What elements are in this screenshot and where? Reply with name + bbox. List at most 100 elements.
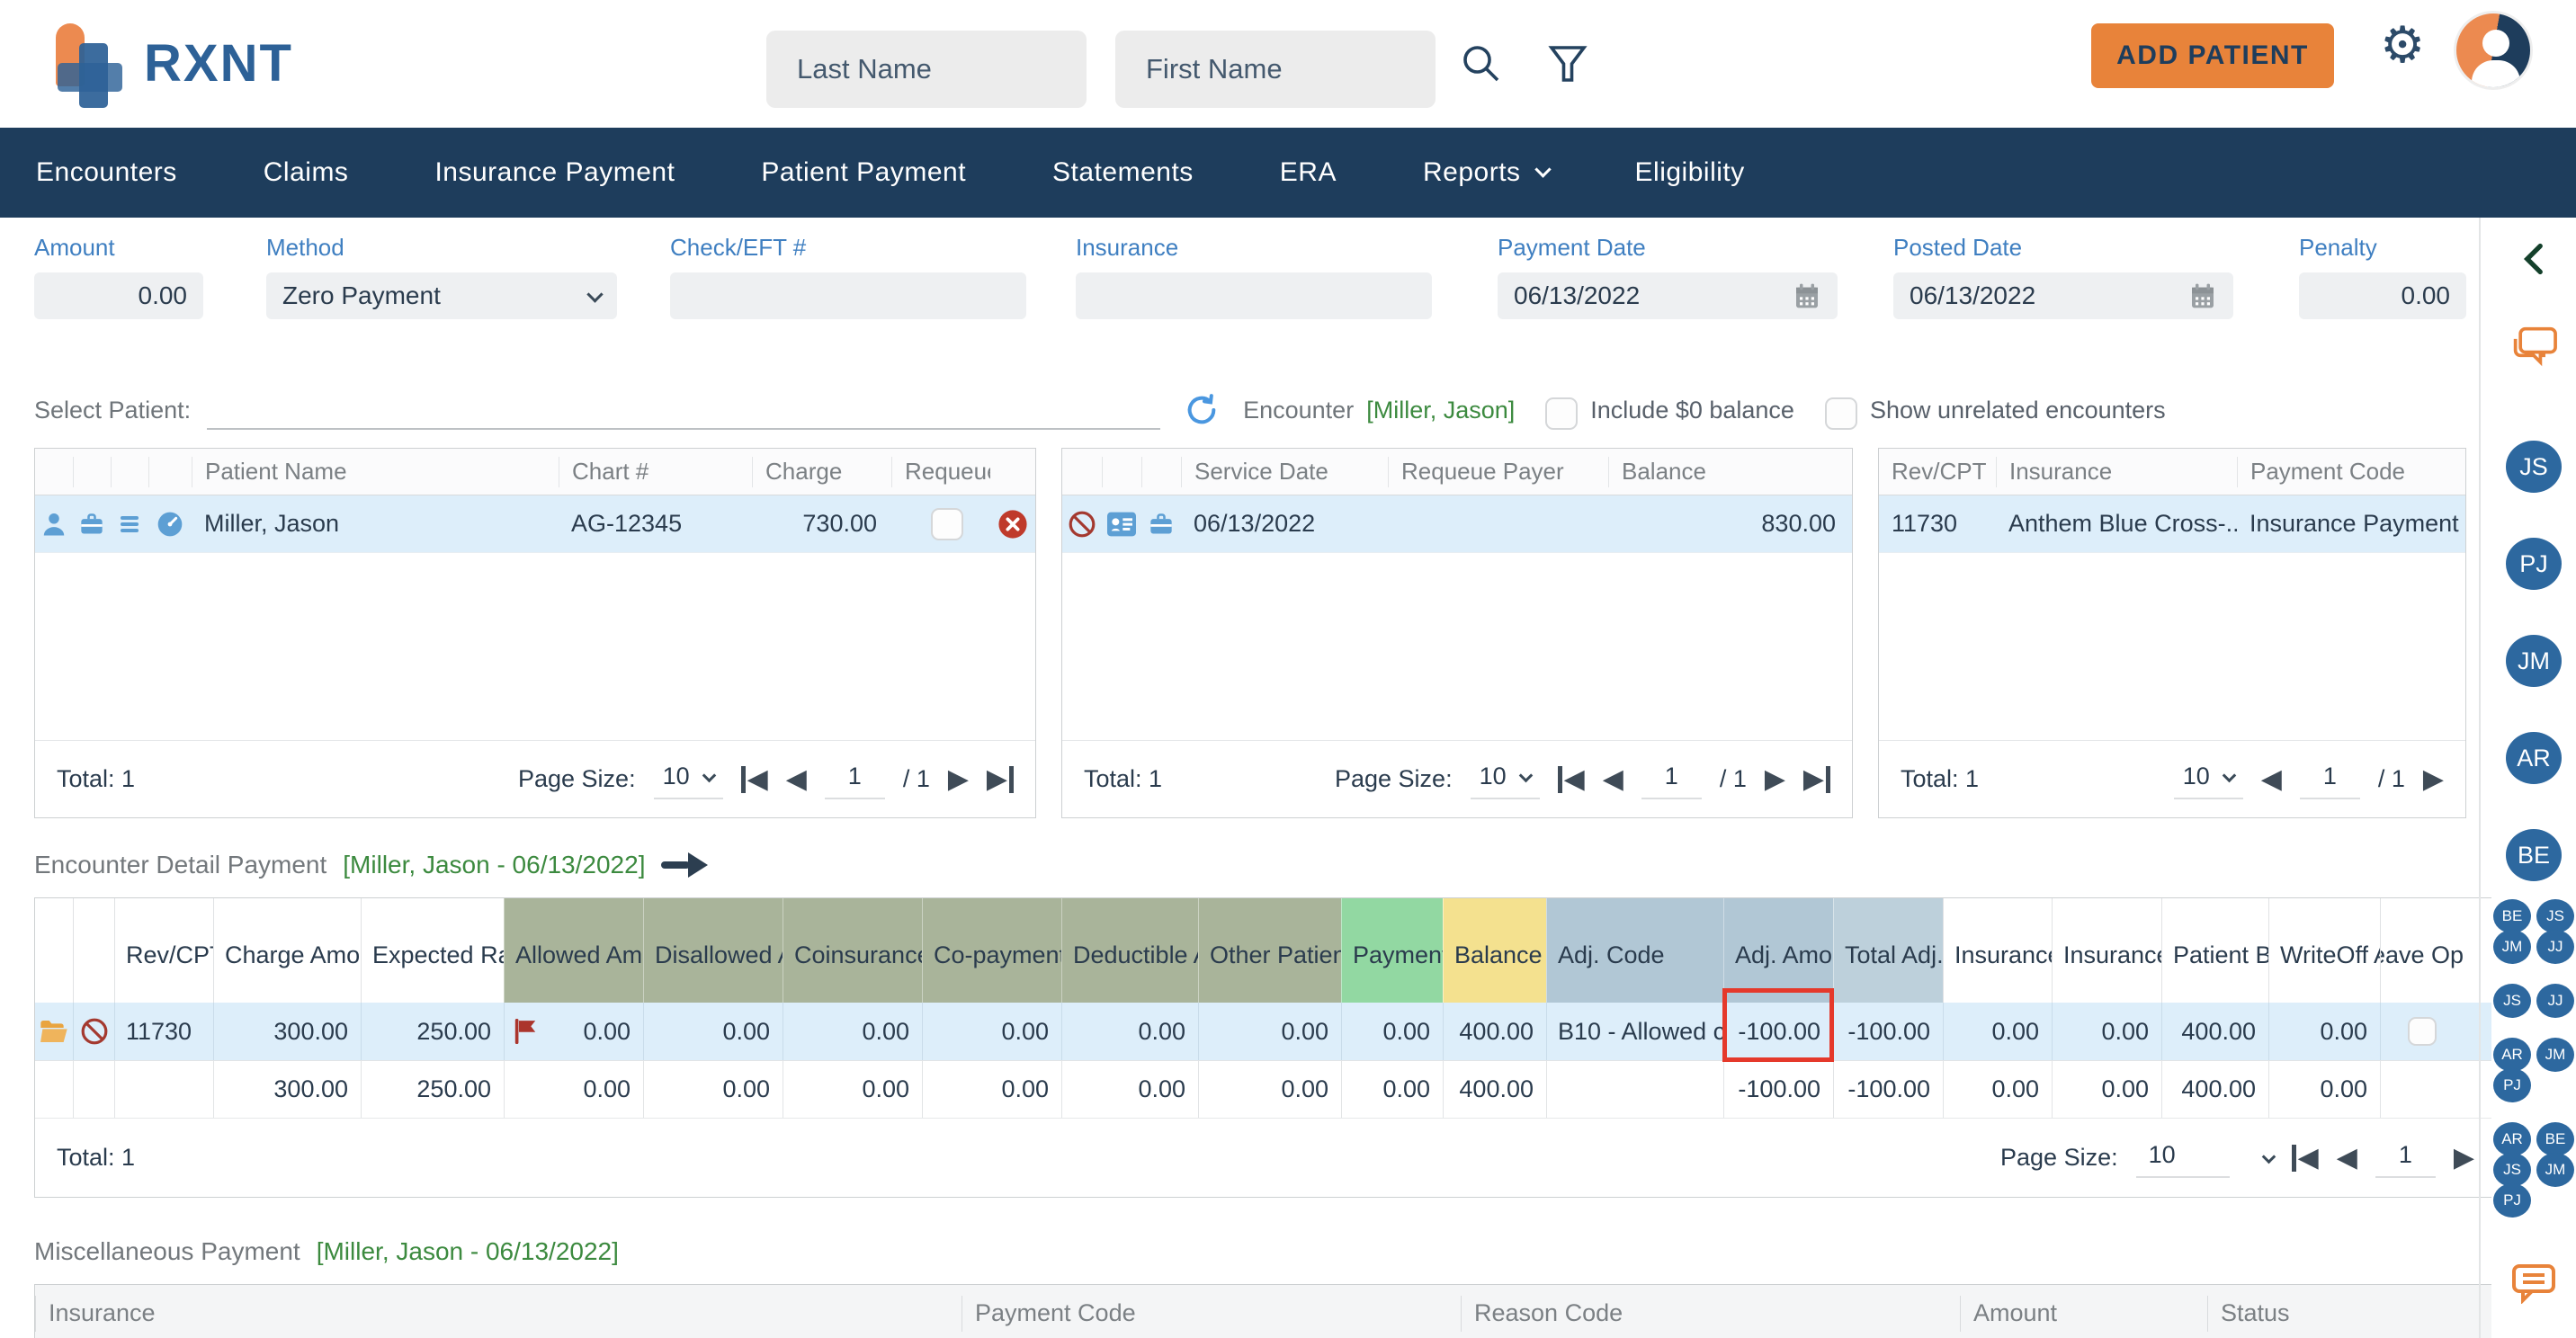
- avatar-small[interactable]: BE: [2536, 1122, 2574, 1156]
- prev-page-button[interactable]: ◀: [2261, 766, 2282, 793]
- misc-payment-title: Miscellaneous Payment: [34, 1237, 300, 1266]
- no-entry-icon[interactable]: [73, 1003, 114, 1060]
- user-avatar[interactable]: [2454, 11, 2533, 90]
- avatar-small[interactable]: JM: [2536, 1153, 2574, 1187]
- message-icon[interactable]: [2510, 1262, 2557, 1304]
- next-page-button[interactable]: ▶: [1765, 766, 1785, 793]
- page-number-input[interactable]: 1: [825, 759, 885, 799]
- nav-claims[interactable]: Claims: [264, 157, 349, 188]
- misc-payment-subtitle: [Miller, Jason - 06/13/2022]: [317, 1237, 619, 1266]
- col-writeoff-amount: WriteOff Amount: [2268, 898, 2380, 1003]
- no-entry-icon[interactable]: [1062, 495, 1102, 552]
- service-date-cell: 06/13/2022: [1181, 495, 1388, 552]
- payment-date-input[interactable]: 06/13/2022: [1498, 272, 1838, 319]
- col-patient-balance: Patient Balance: [2161, 898, 2268, 1003]
- include-zero-balance-checkbox[interactable]: [1545, 397, 1578, 430]
- avatar-small[interactable]: JJ: [2536, 930, 2574, 964]
- next-page-button[interactable]: ▶: [2423, 766, 2444, 793]
- avatar-small[interactable]: JS: [2536, 899, 2574, 933]
- avatar-be[interactable]: BE: [2506, 829, 2562, 881]
- copayment-amount-cell: 0.00: [922, 1003, 1061, 1060]
- revcpt-row[interactable]: 11730 Anthem Blue Cross-... Insurance Pa…: [1879, 495, 2465, 553]
- method-select[interactable]: Zero Payment: [266, 272, 617, 319]
- check-eft-input[interactable]: [670, 272, 1026, 319]
- avatar-small[interactable]: AR: [2493, 1122, 2531, 1156]
- page-number-input[interactable]: 1: [1641, 759, 1702, 799]
- page-size-select[interactable]: 10: [1471, 759, 1540, 799]
- id-card-icon[interactable]: [1102, 495, 1141, 552]
- avatar-small[interactable]: PJ: [2493, 1183, 2531, 1218]
- rxnt-logo[interactable]: RXNT: [56, 18, 293, 108]
- avatar-pj[interactable]: PJ: [2506, 538, 2562, 590]
- page-size-select[interactable]: 10: [654, 759, 723, 799]
- avatar-ar[interactable]: AR: [2506, 732, 2562, 784]
- next-page-button[interactable]: ▶: [2454, 1145, 2474, 1172]
- prev-page-button[interactable]: ◀: [786, 766, 807, 793]
- page-size-select[interactable]: 10: [2174, 759, 2243, 799]
- payment-date-field: Payment Date 06/13/2022: [1498, 234, 1838, 319]
- search-icon[interactable]: [1457, 40, 1506, 88]
- first-page-button[interactable]: ◀: [1558, 766, 1585, 793]
- avatar-small[interactable]: JS: [2493, 984, 2531, 1018]
- nav-encounters[interactable]: Encounters: [36, 157, 177, 188]
- posted-date-input[interactable]: 06/13/2022: [1893, 272, 2233, 319]
- avatar-small[interactable]: PJ: [2493, 1068, 2531, 1102]
- nav-era[interactable]: ERA: [1280, 157, 1337, 188]
- avatar-small[interactable]: JM: [2536, 1038, 2574, 1072]
- show-unrelated-checkbox[interactable]: [1825, 397, 1857, 430]
- select-patient-input[interactable]: [207, 394, 1160, 430]
- nav-statements[interactable]: Statements: [1052, 157, 1194, 188]
- patient-row[interactable]: Miller, Jason AG-12345 730.00: [35, 495, 1035, 553]
- avatar-jm[interactable]: JM: [2506, 635, 2562, 687]
- page-number-input[interactable]: 1: [2375, 1137, 2436, 1178]
- prev-page-button[interactable]: ◀: [2337, 1145, 2357, 1172]
- first-page-button[interactable]: ◀: [741, 766, 768, 793]
- patient-icon[interactable]: [35, 495, 73, 552]
- next-page-button[interactable]: ▶: [948, 766, 969, 793]
- briefcase-icon[interactable]: [73, 495, 111, 552]
- adj-amount-cell[interactable]: -100.00: [1723, 1003, 1833, 1060]
- last-page-button[interactable]: ▶: [987, 766, 1014, 793]
- nav-patient-payment[interactable]: Patient Payment: [761, 157, 966, 188]
- requeue-checkbox[interactable]: [931, 508, 963, 540]
- encounter-detail-row[interactable]: 11730 300.00 250.00 0.00 0.00 0.00 0.00 …: [35, 1003, 2541, 1060]
- adj-code-cell[interactable]: B10 - Allowed c: [1546, 1003, 1723, 1060]
- page-number-input[interactable]: 1: [2300, 759, 2360, 799]
- last-name-input[interactable]: [766, 31, 1087, 108]
- nav-reports[interactable]: Reports: [1423, 157, 1549, 188]
- gauge-icon[interactable]: [148, 495, 192, 552]
- prev-page-button[interactable]: ◀: [1603, 766, 1623, 793]
- briefcase-icon[interactable]: [1141, 495, 1181, 552]
- leave-open-checkbox[interactable]: [2408, 1017, 2437, 1046]
- filter-icon[interactable]: [1543, 40, 1592, 88]
- arrow-right-icon[interactable]: [661, 852, 708, 878]
- gear-icon[interactable]: ⚙: [2380, 20, 2425, 70]
- amount-input[interactable]: [34, 272, 203, 319]
- page-size-value: 10: [2183, 763, 2210, 790]
- refresh-icon[interactable]: [1184, 392, 1220, 430]
- first-page-icon: ◀: [747, 766, 768, 793]
- avatar-js[interactable]: JS: [2506, 441, 2562, 493]
- add-patient-button[interactable]: ADD PATIENT: [2091, 23, 2334, 88]
- nav-insurance-payment[interactable]: Insurance Payment: [434, 157, 675, 188]
- first-page-button[interactable]: ◀: [2292, 1145, 2319, 1172]
- avatar-small[interactable]: JM: [2493, 930, 2531, 964]
- folder-icon[interactable]: [35, 1003, 73, 1060]
- collapse-sidebar-icon[interactable]: [2523, 243, 2545, 275]
- page-size-select[interactable]: 10: [2136, 1137, 2230, 1178]
- encounter-panel: Service Date Requeue Payer Balance 06/13…: [1061, 448, 1853, 818]
- penalty-input[interactable]: [2299, 272, 2466, 319]
- remove-patient-icon[interactable]: [990, 495, 1035, 552]
- menu-icon[interactable]: [111, 495, 148, 552]
- last-page-button[interactable]: ▶: [1803, 766, 1830, 793]
- avatar-small[interactable]: BE: [2493, 899, 2531, 933]
- avatar-small[interactable]: JJ: [2536, 984, 2574, 1018]
- avatar-small[interactable]: JS: [2493, 1153, 2531, 1187]
- nav-eligibility[interactable]: Eligibility: [1635, 157, 1745, 188]
- last-page-icon: ▶: [987, 766, 1007, 793]
- encounter-row[interactable]: 06/13/2022 830.00: [1062, 495, 1852, 553]
- chat-bubbles-icon[interactable]: [2509, 326, 2559, 370]
- first-name-input[interactable]: [1115, 31, 1436, 108]
- avatar-small[interactable]: AR: [2493, 1038, 2531, 1072]
- insurance-input[interactable]: [1076, 272, 1432, 319]
